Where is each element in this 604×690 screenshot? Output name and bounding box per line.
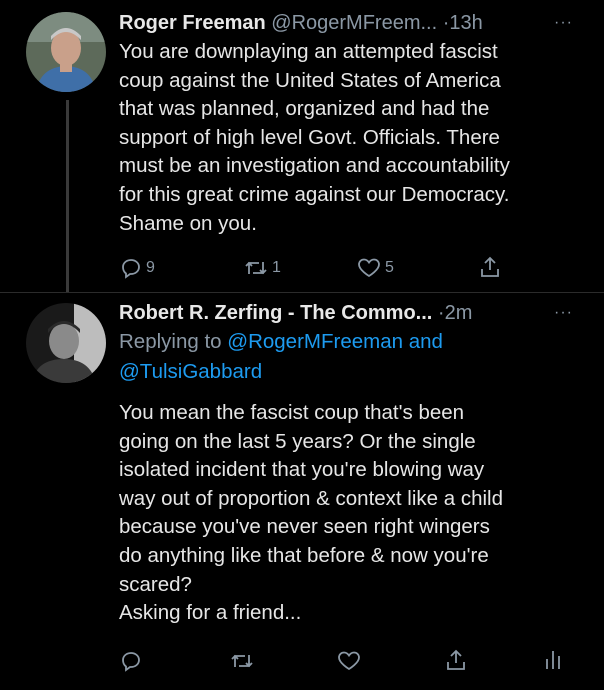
tweet-text-line: You mean the fascist coup that's been <box>119 401 465 424</box>
retweet-button[interactable]: 1 <box>243 256 281 280</box>
separator-dot: · <box>437 302 445 324</box>
reply-button[interactable] <box>119 649 143 673</box>
tweet-text-line: support of high level Govt. Officials. T… <box>119 125 500 149</box>
retweet-icon <box>231 654 253 668</box>
share-icon <box>447 649 465 670</box>
tweet-text-line: way out of proportion & context like a c… <box>119 486 504 510</box>
tweet-text-line: must be an investigation and accountabil… <box>119 154 510 178</box>
heart-icon <box>358 258 380 278</box>
timestamp[interactable]: 13h <box>449 12 482 34</box>
tweet-text-line: You are downplaying an attempted fascist <box>119 40 498 63</box>
retweet-icon <box>245 261 267 275</box>
tweet-text-line: isolated incident that you're blowing wa… <box>119 458 485 482</box>
timestamp[interactable]: 2m <box>445 302 473 324</box>
heart-icon <box>338 651 360 671</box>
share-button[interactable] <box>478 254 502 280</box>
mention-link[interactable]: @RogerMFreeman and <box>227 330 443 353</box>
tweet-actions: 9 1 5 <box>0 254 604 284</box>
reply-icon <box>122 259 140 279</box>
tweet-text-line: for this great crime against our Democra… <box>119 182 510 206</box>
tweet-text-line: because you've never seen right wingers <box>119 515 490 539</box>
tweet-text-line: Shame on you. <box>119 211 257 235</box>
tweet-text-line: scared? <box>119 572 192 596</box>
tweet-text-line: coup against the United States of Americ… <box>119 68 501 92</box>
tweet-robert-zerfing[interactable]: Robert R. Zerfing - The Commo... ·2m ···… <box>0 293 604 690</box>
like-button[interactable]: 5 <box>356 256 394 280</box>
tweet-text: You mean the fascist coup that's been go… <box>119 399 589 628</box>
reply-count: 9 <box>146 259 155 276</box>
replying-to: Replying to @RogerMFreeman and @TulsiGab… <box>119 327 443 387</box>
author-name[interactable]: Roger Freeman <box>119 12 266 34</box>
more-options-button[interactable]: ··· <box>554 304 573 322</box>
tweet-text-line: do anything like that before & now you'r… <box>119 543 489 567</box>
author-name[interactable]: Robert R. Zerfing - The Commo... <box>119 302 432 324</box>
tweet-text-line: going on the last 5 years? Or the single <box>119 429 476 453</box>
tweet-roger-freeman[interactable]: Roger Freeman @RogerMFreem... ·13h ··· Y… <box>0 0 604 292</box>
tweet-text-line: that was planned, organized and had the <box>119 97 490 121</box>
retweet-button[interactable] <box>229 649 255 673</box>
retweet-count: 1 <box>272 259 281 276</box>
more-options-button[interactable]: ··· <box>554 14 573 32</box>
avatar-roger-freeman[interactable] <box>26 12 106 92</box>
like-count: 5 <box>385 259 394 276</box>
analytics-icon <box>546 651 560 669</box>
share-icon <box>481 256 499 277</box>
tweet-header: Robert R. Zerfing - The Commo... ·2m <box>119 302 472 325</box>
analytics-button[interactable] <box>543 647 565 673</box>
share-button[interactable] <box>444 647 468 673</box>
reply-icon <box>122 652 140 672</box>
mention-link[interactable]: @TulsiGabbard <box>119 360 262 383</box>
tweet-text: You are downplaying an attempted fascist… <box>119 38 589 238</box>
like-button[interactable] <box>336 649 362 673</box>
author-handle[interactable]: @RogerMFreem... <box>271 12 437 34</box>
tweet-actions <box>0 647 604 677</box>
replying-to-label: Replying to <box>119 330 228 353</box>
tweet-header: Roger Freeman @RogerMFreem... ·13h <box>119 12 483 35</box>
reply-button[interactable]: 9 <box>119 256 155 280</box>
tweet-text-line: Asking for a friend... <box>119 601 302 625</box>
avatar-robert-zerfing[interactable] <box>26 303 106 383</box>
